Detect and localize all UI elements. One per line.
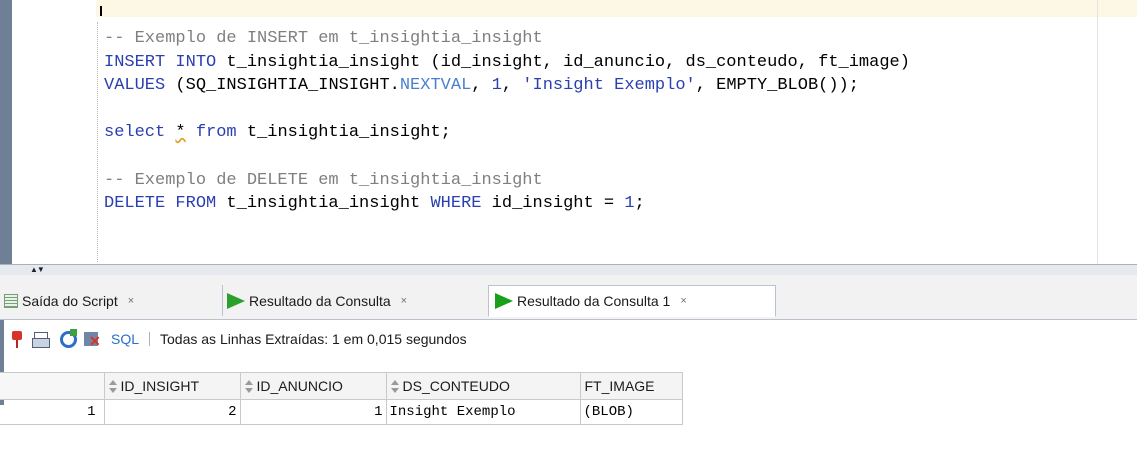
- close-icon[interactable]: ×: [401, 295, 407, 307]
- tab-query-result[interactable]: Resultado da Consulta ×: [222, 285, 407, 316]
- code-token: *: [175, 123, 186, 143]
- code-token: ;: [634, 194, 645, 214]
- code-token: t_insightia_insight (id_insight, id_anun…: [216, 52, 910, 72]
- tab-label: Resultado da Consulta 1: [517, 293, 671, 309]
- code-token: (SQ_INSIGHTIA_INSIGHT.: [165, 76, 400, 96]
- code-token: id_insight =: [481, 194, 625, 214]
- code-token: -- Exemplo de DELETE em t_insightia_insi…: [104, 170, 543, 190]
- code-line[interactable]: -- Exemplo de DELETE em t_insightia_insi…: [104, 169, 910, 193]
- sort-icon[interactable]: [390, 380, 400, 394]
- refresh-icon[interactable]: [60, 328, 77, 348]
- code-line[interactable]: [104, 145, 910, 169]
- code-area[interactable]: -- Exemplo de INSERT em t_insightia_insi…: [104, 27, 910, 216]
- play-icon: [495, 293, 513, 309]
- sql-editor[interactable]: -- Exemplo de INSERT em t_insightia_insi…: [0, 0, 1137, 264]
- code-token: 1: [624, 194, 635, 214]
- splitter-arrows-icon[interactable]: ▲▼: [30, 265, 45, 274]
- tab-label: Resultado da Consulta: [249, 292, 391, 309]
- cell-id-anuncio[interactable]: 1: [239, 399, 387, 425]
- close-icon[interactable]: ×: [128, 295, 134, 307]
- code-token: VALUES: [104, 76, 166, 96]
- cell-ft-image[interactable]: (BLOB): [579, 399, 683, 425]
- result-grid: ID_INSIGHT ID_ANUNCIO DS_CONTEUDO FT_IMA…: [0, 372, 683, 425]
- play-icon: [227, 292, 245, 309]
- code-line[interactable]: select * from t_insightia_insight;: [104, 121, 910, 145]
- sort-icon[interactable]: [108, 380, 118, 394]
- current-line-highlight: [96, 0, 1137, 17]
- column-header-ds-conteudo[interactable]: DS_CONTEUDO: [385, 372, 581, 400]
- toolbar-separator: [149, 332, 151, 346]
- text-caret: [100, 6, 102, 16]
- table-row[interactable]: 1 2 1 Insight Exemplo (BLOB): [0, 399, 683, 425]
- script-output-icon: [4, 293, 18, 308]
- sql-button[interactable]: SQL: [111, 331, 139, 347]
- code-token: INSERT INTO: [104, 52, 217, 72]
- code-line[interactable]: INSERT INTO t_insightia_insight (id_insi…: [104, 51, 910, 75]
- result-tabs: Saída do Script × Resultado da Consulta …: [0, 275, 1137, 320]
- code-token: -- Exemplo de INSERT em t_insightia_insi…: [104, 29, 543, 48]
- tab-query-result-1[interactable]: Resultado da Consulta 1 ×: [488, 285, 776, 317]
- code-token: ,: [501, 76, 523, 96]
- row-number: 1: [0, 399, 105, 425]
- code-line[interactable]: -- Exemplo de INSERT em t_insightia_insi…: [104, 27, 910, 51]
- right-margin-rule: [1097, 0, 1098, 264]
- print-icon[interactable]: [32, 330, 50, 348]
- code-token: NEXTVAL: [399, 76, 472, 96]
- tab-script-output[interactable]: Saída do Script ×: [4, 285, 134, 316]
- code-token: 1: [491, 76, 502, 96]
- code-token: , EMPTY_BLOB());: [695, 76, 859, 96]
- panel-splitter[interactable]: ▲▼: [0, 264, 1137, 275]
- code-token: WHERE: [430, 194, 482, 214]
- column-header-id-anuncio[interactable]: ID_ANUNCIO: [239, 372, 387, 400]
- code-line[interactable]: DELETE FROM t_insightia_insight WHERE id…: [104, 192, 910, 216]
- tab-label: Saída do Script: [22, 292, 118, 309]
- code-token: select: [104, 123, 166, 143]
- cell-id-insight[interactable]: 2: [103, 399, 241, 425]
- editor-left-bar: [0, 0, 12, 264]
- column-header-id-insight[interactable]: ID_INSIGHT: [103, 372, 241, 400]
- code-token: t_insightia_insight: [216, 194, 431, 214]
- code-line[interactable]: VALUES (SQ_INSIGHTIA_INSIGHT.NEXTVAL, 1,…: [104, 74, 910, 98]
- code-token: DELETE FROM: [104, 194, 217, 214]
- column-header-ft-image[interactable]: FT_IMAGE: [579, 372, 683, 400]
- row-number-header: [0, 372, 105, 400]
- result-toolbar: SQL Todas as Linhas Extraídas: 1 em 0,01…: [0, 320, 1137, 358]
- sort-icon[interactable]: [244, 380, 254, 394]
- code-token: ,: [471, 76, 492, 96]
- code-token: t_insightia_insight;: [236, 123, 451, 143]
- close-icon[interactable]: ×: [680, 295, 686, 307]
- line-gutter: [12, 0, 96, 264]
- code-token: from: [195, 123, 237, 143]
- fetch-status: Todas as Linhas Extraídas: 1 em 0,015 se…: [160, 331, 467, 347]
- fold-guide: [97, 22, 98, 262]
- clear-icon[interactable]: [83, 330, 101, 350]
- pin-icon[interactable]: [8, 330, 26, 348]
- cell-ds-conteudo[interactable]: Insight Exemplo: [385, 399, 581, 425]
- code-token: 'Insight Exemplo': [522, 76, 696, 96]
- code-line[interactable]: [104, 98, 910, 122]
